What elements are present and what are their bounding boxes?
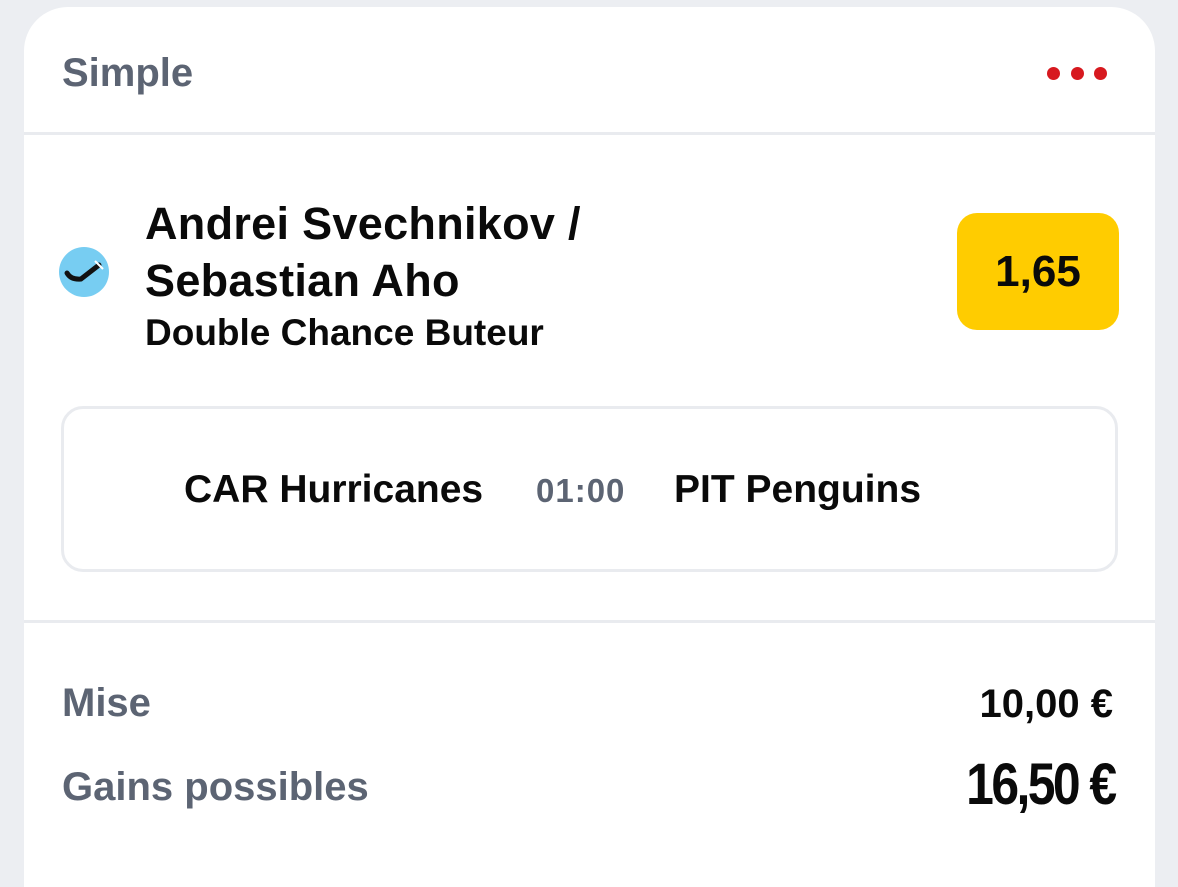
selection-row: Andrei Svechnikov / Sebastian Aho Double… — [24, 135, 1155, 385]
selection-name: Andrei Svechnikov / Sebastian Aho — [145, 198, 581, 306]
odds-button[interactable]: 1,65 — [957, 213, 1119, 330]
bet-slip-header: Simple — [24, 7, 1155, 135]
hockey-stick-icon — [59, 247, 109, 297]
away-team: PIT Penguins — [674, 468, 922, 511]
selection-market: Double Chance Buteur — [145, 312, 544, 353]
stake-value: 10,00 € — [979, 682, 1113, 726]
stake-label: Mise — [62, 681, 151, 725]
bet-slip-card: Simple Andrei Svechnikov / Sebastian Aho… — [24, 7, 1155, 887]
more-dots-icon — [1047, 66, 1060, 80]
potential-winnings-label: Gains possibles — [62, 765, 369, 809]
match-time: 01:00 — [536, 472, 626, 509]
match-info[interactable]: CAR Hurricanes 01:00 PIT Penguins — [61, 406, 1118, 572]
more-dots-icon — [1094, 66, 1107, 80]
more-options-button[interactable] — [1047, 55, 1107, 91]
home-team: CAR Hurricanes — [184, 468, 484, 511]
more-dots-icon — [1070, 66, 1084, 80]
potential-winnings-value: 16,50 € — [966, 752, 1118, 817]
bet-type-label: Simple — [62, 51, 194, 95]
divider — [24, 620, 1155, 623]
